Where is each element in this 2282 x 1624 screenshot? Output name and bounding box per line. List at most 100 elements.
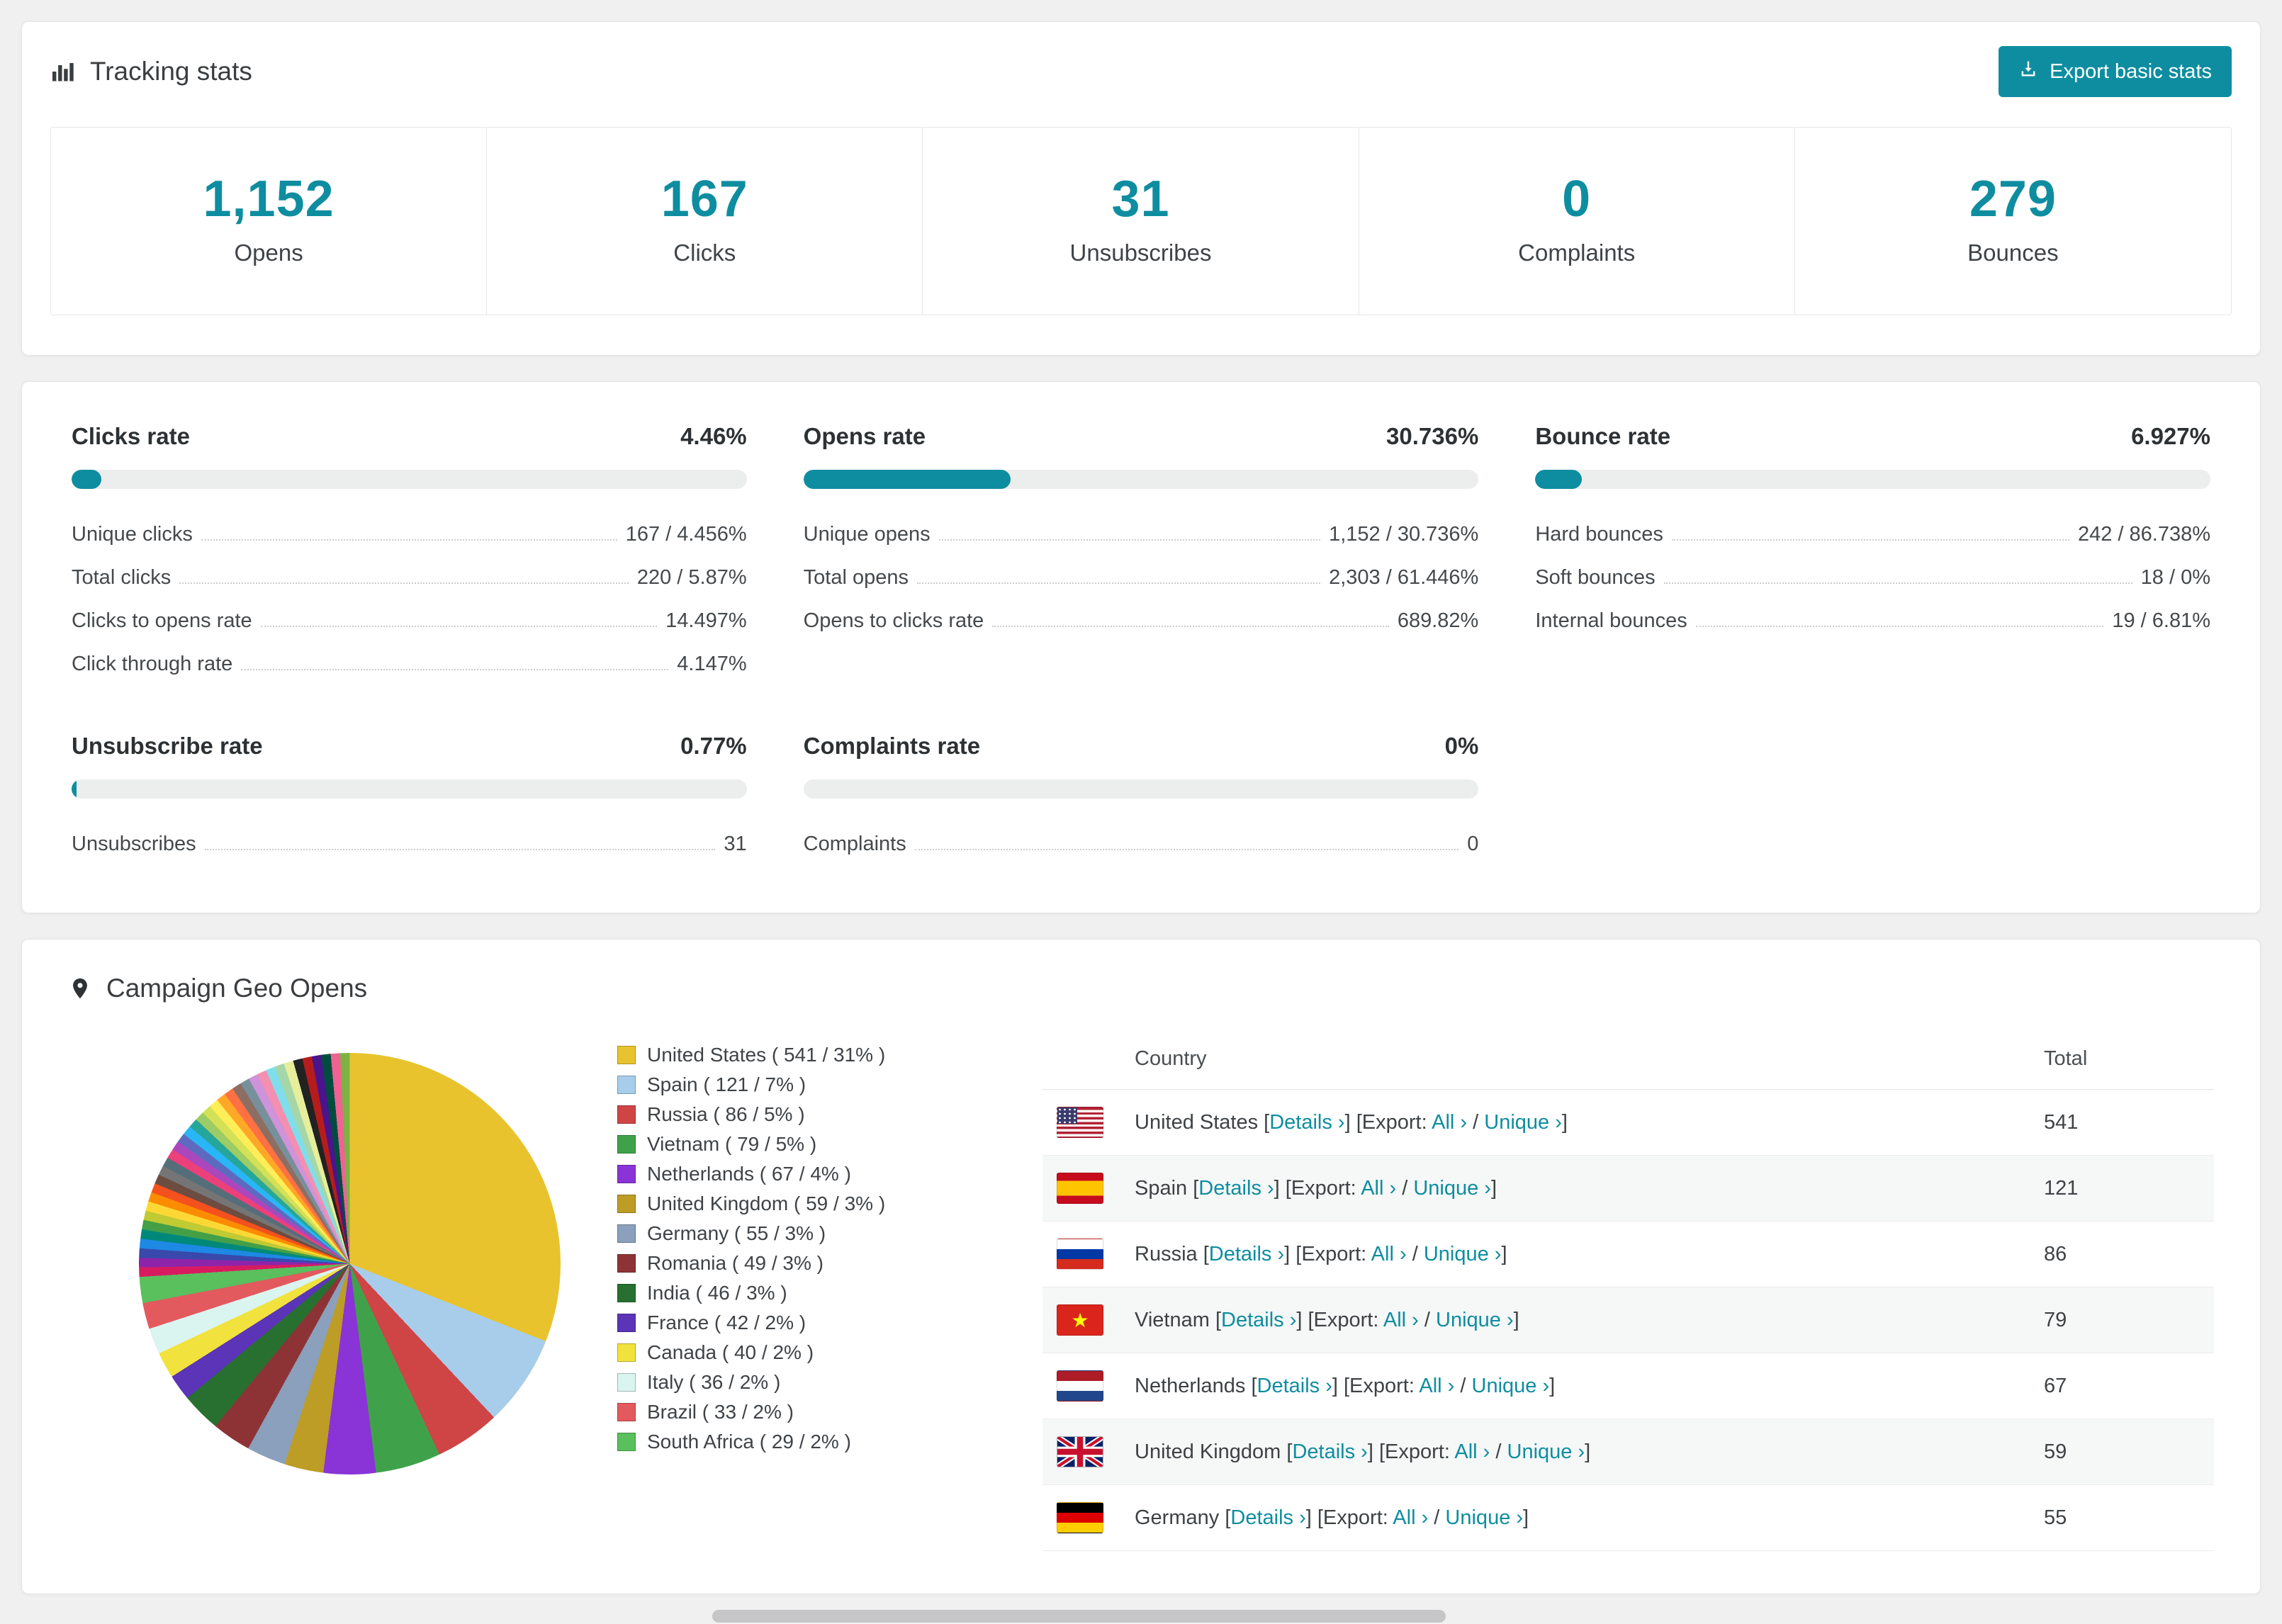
bounce-rate-panel: Bounce rate 6.927% Hard bounces 242 / 86.… [1535,423,2210,686]
horizontal-scrollbar-thumb[interactable] [712,1610,1446,1623]
details-link[interactable]: Details › [1221,1309,1296,1331]
export-basic-stats-label: Export basic stats [2050,60,2212,83]
details-link[interactable]: Details › [1257,1375,1332,1397]
country-total: 121 [2030,1155,2214,1222]
table-header-row: Country Total [1042,1029,2214,1090]
details-link[interactable]: Details › [1198,1177,1274,1200]
export-unique-link[interactable]: Unique › [1436,1309,1514,1331]
legend-item: Germany ( 55 / 3% ) [617,1219,957,1248]
bounce-rate-progress-fill [1535,470,1583,489]
legend-item: Canada ( 40 / 2% ) [617,1338,957,1368]
tracking-stats-card: Tracking stats Export basic stats 1,152 … [21,21,2261,356]
unsubscribe-rate-panel: Unsubscribe rate 0.77% Unsubscribes 31 [72,733,747,866]
vietnam-flag-icon [1057,1304,1103,1336]
clicks-rate-title: Clicks rate [72,423,190,449]
country-name: Spain [1135,1176,1188,1200]
details-link[interactable]: Details › [1209,1243,1284,1265]
legend-item: Italy ( 36 / 2% ) [617,1368,957,1397]
dotted-leader [204,849,716,850]
country-name: United States [1135,1110,1259,1134]
detail-row: Clicks to opens rate 14.497% [72,609,747,632]
legend-swatch [617,1403,636,1421]
export-unique-link[interactable]: Unique › [1413,1177,1491,1200]
export-basic-stats-button[interactable]: Export basic stats [1999,46,2232,97]
geo-pie-chart[interactable] [139,1053,561,1474]
legend-swatch [617,1165,636,1183]
country-total: 67 [2030,1353,2214,1419]
campaign-geo-opens-title: Campaign Geo Opens [68,974,2214,1003]
legend-swatch [617,1135,636,1154]
country-name: Netherlands [1135,1374,1246,1397]
country-name: United Kingdom [1135,1440,1281,1463]
legend-item: United Kingdom ( 59 / 3% ) [617,1189,957,1219]
germany-flag-icon [1057,1502,1103,1533]
bounce-rate-progress-bar [1535,470,2210,489]
dotted-leader [938,539,1321,541]
empty-panel [1535,733,2210,866]
complaints-rate-progress-bar [803,779,1479,799]
legend-swatch [617,1076,636,1094]
clicks-rate-progress-bar [72,470,747,489]
legend-item: Netherlands ( 67 / 4% ) [617,1159,957,1189]
export-all-link[interactable]: All › [1361,1177,1396,1200]
dotted-leader [992,626,1389,627]
export-all-link[interactable]: All › [1383,1309,1419,1331]
dotted-leader [241,669,669,670]
export-all-link[interactable]: All › [1393,1506,1428,1529]
details-link[interactable]: Details › [1292,1440,1367,1463]
export-unique-link[interactable]: Unique › [1507,1440,1585,1463]
unsubscribe-rate-title: Unsubscribe rate [72,733,263,759]
clicks-rate-value: 4.46% [680,423,747,449]
stat-complaints: 0 Complaints [1359,128,1795,315]
tracking-stats-title: Tracking stats [50,57,252,86]
export-all-link[interactable]: All › [1371,1243,1407,1265]
export-all-link[interactable]: All › [1432,1111,1467,1134]
bounce-rate-value: 6.927% [2131,423,2210,449]
legend-item: Vietnam ( 79 / 5% ) [617,1129,957,1159]
opens-label: Opens [234,239,303,266]
export-unique-link[interactable]: Unique › [1445,1506,1523,1529]
complaints-count: 0 [1562,171,1592,227]
unsubscribe-rate-progress-fill [72,779,77,799]
detail-row: Unique clicks 167 / 4.456% [72,523,747,546]
tracking-stats-title-text: Tracking stats [90,57,252,86]
detail-row: Hard bounces 242 / 86.738% [1535,523,2210,546]
spain-flag-icon [1057,1173,1103,1204]
detail-row: Soft bounces 18 / 0% [1535,566,2210,589]
details-link[interactable]: Details › [1269,1111,1344,1134]
unsubscribes-label: Unsubscribes [1069,239,1212,266]
summary-stats-row: 1,152 Opens 167 Clicks 31 Unsubscribes 0… [50,127,2232,315]
table-row: Vietnam [Details ›] [Export: All › / Uni… [1042,1287,2214,1353]
legend-item: India ( 46 / 3% ) [617,1278,957,1308]
campaign-geo-opens-card: Campaign Geo Opens United States ( 541 /… [21,939,2261,1594]
table-row: United Kingdom [Details ›] [Export: All … [1042,1419,2214,1485]
bounces-count: 279 [1969,171,2057,227]
details-link[interactable]: Details › [1230,1506,1305,1529]
export-all-link[interactable]: All › [1454,1440,1490,1463]
united-states-flag-icon [1057,1107,1103,1138]
bounces-label: Bounces [1967,239,2059,266]
detail-row: Unique opens 1,152 / 30.736% [803,523,1479,546]
legend-swatch [617,1314,636,1332]
legend-item: France ( 42 / 2% ) [617,1308,957,1338]
clicks-rate-progress-fill [72,470,102,489]
country-name: Germany [1135,1506,1220,1529]
opens-rate-progress-fill [803,470,1011,489]
bar-chart-icon [50,59,76,84]
tracking-stats-page: Tracking stats Export basic stats 1,152 … [0,0,2282,1594]
russia-flag-icon [1057,1239,1103,1270]
legend-swatch [617,1254,636,1273]
legend-item: South Africa ( 29 / 2% ) [617,1427,957,1457]
country-name: Russia [1135,1242,1198,1265]
opens-rate-value: 30.736% [1386,423,1479,449]
complaints-rate-value: 0% [1444,733,1479,759]
legend-item: Brazil ( 33 / 2% ) [617,1397,957,1427]
export-all-link[interactable]: All › [1419,1375,1454,1397]
export-unique-link[interactable]: Unique › [1472,1375,1550,1397]
export-unique-link[interactable]: Unique › [1484,1111,1562,1134]
legend-swatch [617,1373,636,1392]
clicks-label: Clicks [673,239,736,266]
table-row: United States [Details ›] [Export: All ›… [1042,1089,2214,1156]
export-unique-link[interactable]: Unique › [1424,1243,1502,1265]
detail-row: Click through rate 4.147% [72,653,747,675]
